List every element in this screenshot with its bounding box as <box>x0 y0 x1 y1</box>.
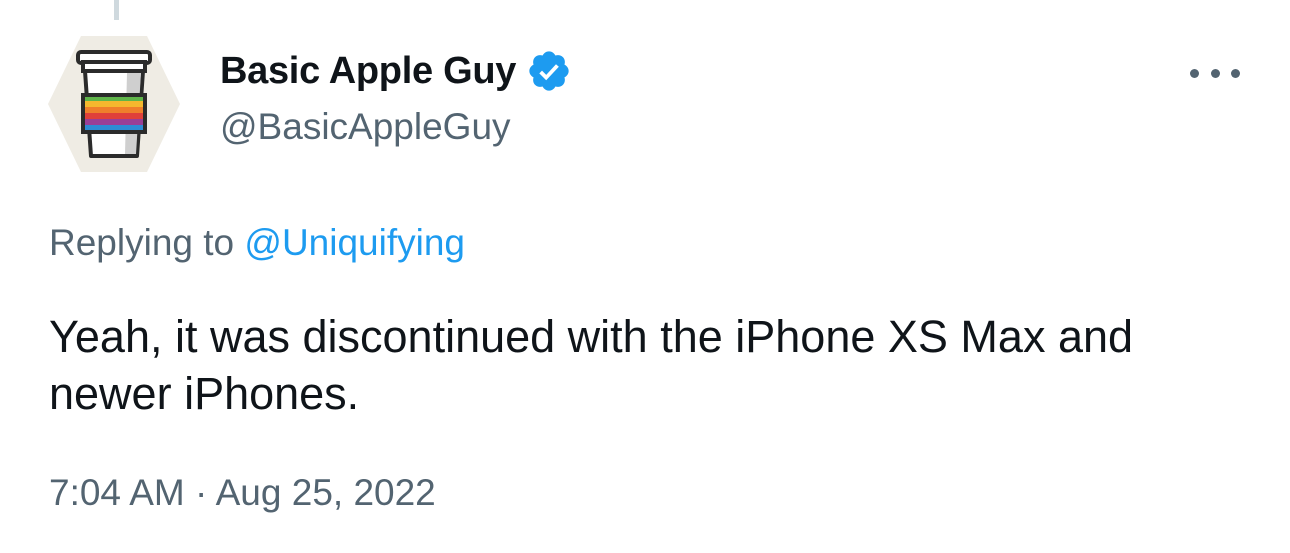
more-options-icon[interactable] <box>1190 60 1240 86</box>
more-dot <box>1190 68 1199 78</box>
reply-to-mention-link[interactable]: @Uniquifying <box>244 222 465 263</box>
verified-badge-icon <box>529 51 569 91</box>
coffee-cup-rainbow-icon <box>48 36 180 172</box>
tweet-date: Aug 25, 2022 <box>215 472 436 513</box>
author-display-name[interactable]: Basic Apple Guy <box>220 50 516 93</box>
timestamp-separator: · <box>195 472 208 513</box>
tweet-time: 7:04 AM <box>49 472 185 513</box>
replying-to-line: Replying to @Uniquifying <box>49 222 465 264</box>
author-handle[interactable]: @BasicAppleGuy <box>220 106 511 148</box>
thread-connector-line <box>114 0 119 20</box>
more-dot <box>1210 68 1220 78</box>
avatar[interactable] <box>47 35 181 173</box>
more-dot <box>1231 68 1240 78</box>
replying-to-label: Replying to <box>49 222 235 263</box>
author-name-row: Basic Apple Guy <box>220 48 572 94</box>
tweet-text: Yeah, it was discontinued with the iPhon… <box>49 311 1134 419</box>
tweet-timestamp[interactable]: 7:04 AM · Aug 25, 2022 <box>49 472 436 514</box>
